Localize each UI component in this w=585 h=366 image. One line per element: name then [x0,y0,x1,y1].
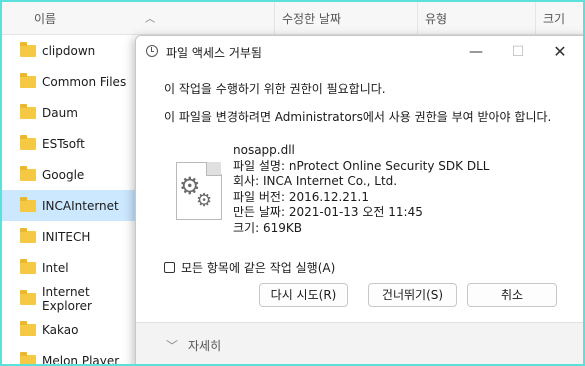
folder-name: Daum [42,105,78,120]
skip-button[interactable]: 건너뛰기(S) [368,283,457,307]
maximize-button[interactable]: ☐ [498,40,538,64]
column-size[interactable]: 크기 [543,10,565,27]
sort-up-icon: ︿ [145,14,155,25]
list-item[interactable]: Google [2,159,142,190]
folder-name: clipdown [42,43,96,58]
apply-to-all-checkbox-row[interactable]: 모든 항목에 같은 작업 실행(A) [164,259,335,276]
folder-name: Kakao [42,322,79,337]
clock-icon [146,45,158,57]
folder-name: Google [42,167,85,182]
folder-name: ESTsoft [42,136,85,151]
list-item[interactable]: Internet Explorer [2,283,142,314]
folder-name: Intel [42,260,69,275]
list-item[interactable]: INITECH [2,221,142,252]
folder-name: Melon Player [42,353,120,366]
list-item[interactable]: Daum [2,97,142,128]
gear-icon: ⚙ [196,190,213,211]
screen-frame: 이름 ︿ 수정한 날짜 유형 크기 clipdown Common Files … [0,0,585,366]
folder-icon [20,165,36,181]
list-item[interactable]: Common Files [2,66,142,97]
file-name: nosapp.dll [233,143,295,157]
file-created-date: 만든 날짜: 2021-01-13 오전 11:45 [233,205,423,219]
file-version: 파일 버전: 2016.12.21.1 [233,189,369,204]
column-modified[interactable]: 수정한 날짜 [282,10,341,27]
chevron-down-icon[interactable]: ﹀ [166,337,178,354]
folder-icon [20,134,36,150]
file-description: 파일 설명: nProtect Online Security SDK DLL [233,158,490,173]
list-item[interactable]: ESTsoft [2,128,142,159]
list-item-selected[interactable]: INCAInternet [2,190,142,221]
list-item[interactable]: clipdown [2,35,142,66]
minimize-button[interactable]: — [456,40,496,64]
folder-list: clipdown Common Files Daum ESTsoft Googl… [2,35,142,366]
file-info: nosapp.dll 파일 설명: nProtect Online Securi… [233,143,489,236]
apply-to-all-label[interactable]: 모든 항목에 같은 작업 실행(A) [181,259,335,276]
file-company: 회사: INCA Internet Co., Ltd. [233,174,398,188]
folder-icon [20,72,36,88]
folder-name: INCAInternet [42,198,119,213]
folder-icon [20,196,36,212]
folder-name: Internet Explorer [42,284,92,313]
apply-to-all-checkbox[interactable] [164,262,175,273]
folder-name: Common Files [42,74,127,89]
dialog-title: 파일 액세스 거부됨 [166,46,262,60]
list-item[interactable]: Kakao [2,314,142,345]
folder-icon [20,258,36,274]
list-item[interactable]: Intel [2,252,142,283]
file-access-denied-dialog: 파일 액세스 거부됨 — ☐ ✕ 이 작업을 수행하기 위한 권한이 필요합니다… [135,35,583,364]
dialog-titlebar[interactable]: 파일 액세스 거부됨 — ☐ ✕ [136,36,583,68]
folder-icon [20,320,36,336]
close-button[interactable]: ✕ [540,40,580,64]
folder-icon [20,351,36,364]
column-header: 이름 ︿ 수정한 날짜 유형 크기 [2,2,583,35]
folder-icon [20,227,36,243]
folder-name: INITECH [42,229,91,244]
column-divider[interactable] [535,2,536,34]
folder-icon [20,289,36,305]
dialog-footer: ﹀ 자세히 [136,322,583,364]
column-divider[interactable] [274,2,275,34]
administrator-message: 이 파일을 변경하려면 Administrators에서 사용 권한을 부여 받… [164,110,552,124]
file-size: 크기: 619KB [233,220,302,235]
file-fold-icon [206,162,221,176]
folder-icon [20,103,36,119]
column-type[interactable]: 유형 [425,10,447,27]
column-divider[interactable] [417,2,418,34]
permission-message: 이 작업을 수행하기 위한 권한이 필요합니다. [164,82,386,96]
column-name[interactable]: 이름 [34,10,56,27]
folder-icon [20,41,36,57]
details-toggle[interactable]: 자세히 [188,337,221,354]
retry-button[interactable]: 다시 시도(R) [259,283,348,307]
list-item[interactable]: Melon Player [2,345,142,366]
cancel-button[interactable]: 취소 [467,283,557,307]
